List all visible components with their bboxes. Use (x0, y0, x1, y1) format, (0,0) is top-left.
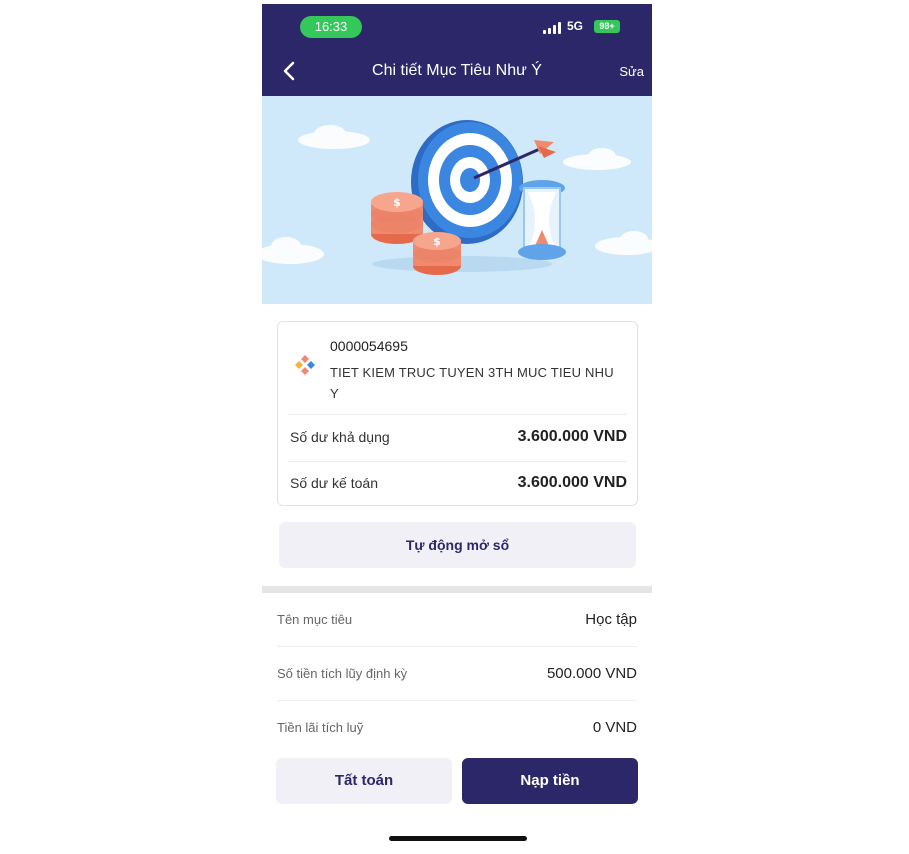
periodic-amount-label: Số tiền tích lũy định kỳ (277, 666, 408, 681)
goal-name-value: Học tập (585, 611, 637, 628)
coin-stack-icon: $ (371, 192, 423, 244)
edit-button[interactable]: Sửa (619, 64, 644, 79)
home-indicator[interactable] (389, 836, 527, 841)
goal-info-row: Số tiền tích lũy định kỳ 500.000 VND (277, 647, 637, 701)
page-title: Chi tiết Mục Tiêu Như Ý (372, 62, 542, 79)
bottom-action-bar: Tất toán Nạp tiền (262, 746, 652, 806)
app-header: 16:33 5G 98+ Chi tiết Mục Tiêu Như Ý Sửa (262, 4, 652, 96)
status-bar: 16:33 5G 98+ (262, 4, 652, 44)
status-time: 16:33 (300, 16, 362, 38)
svg-text:$: $ (433, 235, 441, 248)
account-name: TIET KIEM TRUC TUYEN 3TH MUC TIEU NHU Y (330, 365, 614, 401)
chevron-left-icon (283, 61, 295, 81)
ledger-balance-label: Số dư kế toán (290, 475, 378, 491)
divider (288, 414, 627, 415)
bank-logo-icon (295, 355, 315, 375)
network-label: 5G (567, 19, 584, 33)
coin-stack-icon: $ (413, 232, 461, 275)
goal-illustration: $ $ (262, 120, 652, 275)
goal-name-label: Tên mục tiêu (277, 612, 353, 627)
divider (288, 461, 627, 462)
periodic-amount-value: 500.000 VND (546, 665, 637, 682)
settle-button[interactable]: Tất toán (276, 758, 452, 804)
section-divider (262, 586, 652, 593)
svg-text:$: $ (393, 196, 401, 209)
auto-open-button[interactable]: Tự động mở sổ (279, 522, 636, 568)
back-button[interactable] (280, 60, 298, 82)
signal-icon (543, 22, 563, 34)
phone-screen: 16:33 5G 98+ Chi tiết Mục Tiêu Như Ý Sửa (262, 4, 652, 854)
deposit-button[interactable]: Nạp tiền (462, 758, 638, 804)
goal-banner: $ $ (262, 96, 652, 304)
hourglass-icon (518, 180, 566, 260)
target-icon (411, 120, 523, 244)
account-number: 0000054695 (330, 338, 408, 354)
ledger-balance-value: 3.600.000 VND (517, 474, 627, 491)
battery-icon: 98+ (594, 20, 620, 33)
account-card: 0000054695 TIET KIEM TRUC TUYEN 3TH MUC … (277, 321, 638, 506)
available-balance-label: Số dư khả dụng (290, 429, 390, 445)
goal-info-row: Tên mục tiêu Học tập (277, 593, 637, 647)
available-balance-value: 3.600.000 VND (517, 428, 627, 445)
